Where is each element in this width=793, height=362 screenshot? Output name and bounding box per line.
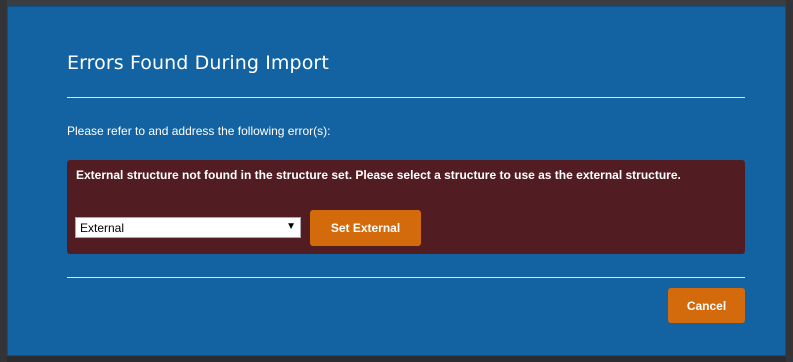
structure-select-value: External — [80, 221, 125, 235]
header-divider — [67, 97, 745, 98]
dropdown-arrow-icon: ▼ — [286, 221, 296, 232]
backdrop-edge-right — [786, 0, 793, 362]
error-message: External structure not found in the stru… — [76, 168, 681, 182]
intro-text: Please refer to and address the followin… — [67, 124, 331, 138]
cancel-button[interactable]: Cancel — [668, 288, 745, 323]
set-external-button[interactable]: Set External — [310, 210, 421, 246]
error-panel: External structure not found in the stru… — [67, 160, 745, 254]
import-errors-dialog: Errors Found During Import Please refer … — [7, 6, 786, 356]
backdrop-edge-left — [0, 0, 7, 362]
dialog-title: Errors Found During Import — [67, 52, 329, 74]
structure-select[interactable]: External ▼ — [75, 217, 301, 238]
footer-divider — [67, 277, 745, 278]
